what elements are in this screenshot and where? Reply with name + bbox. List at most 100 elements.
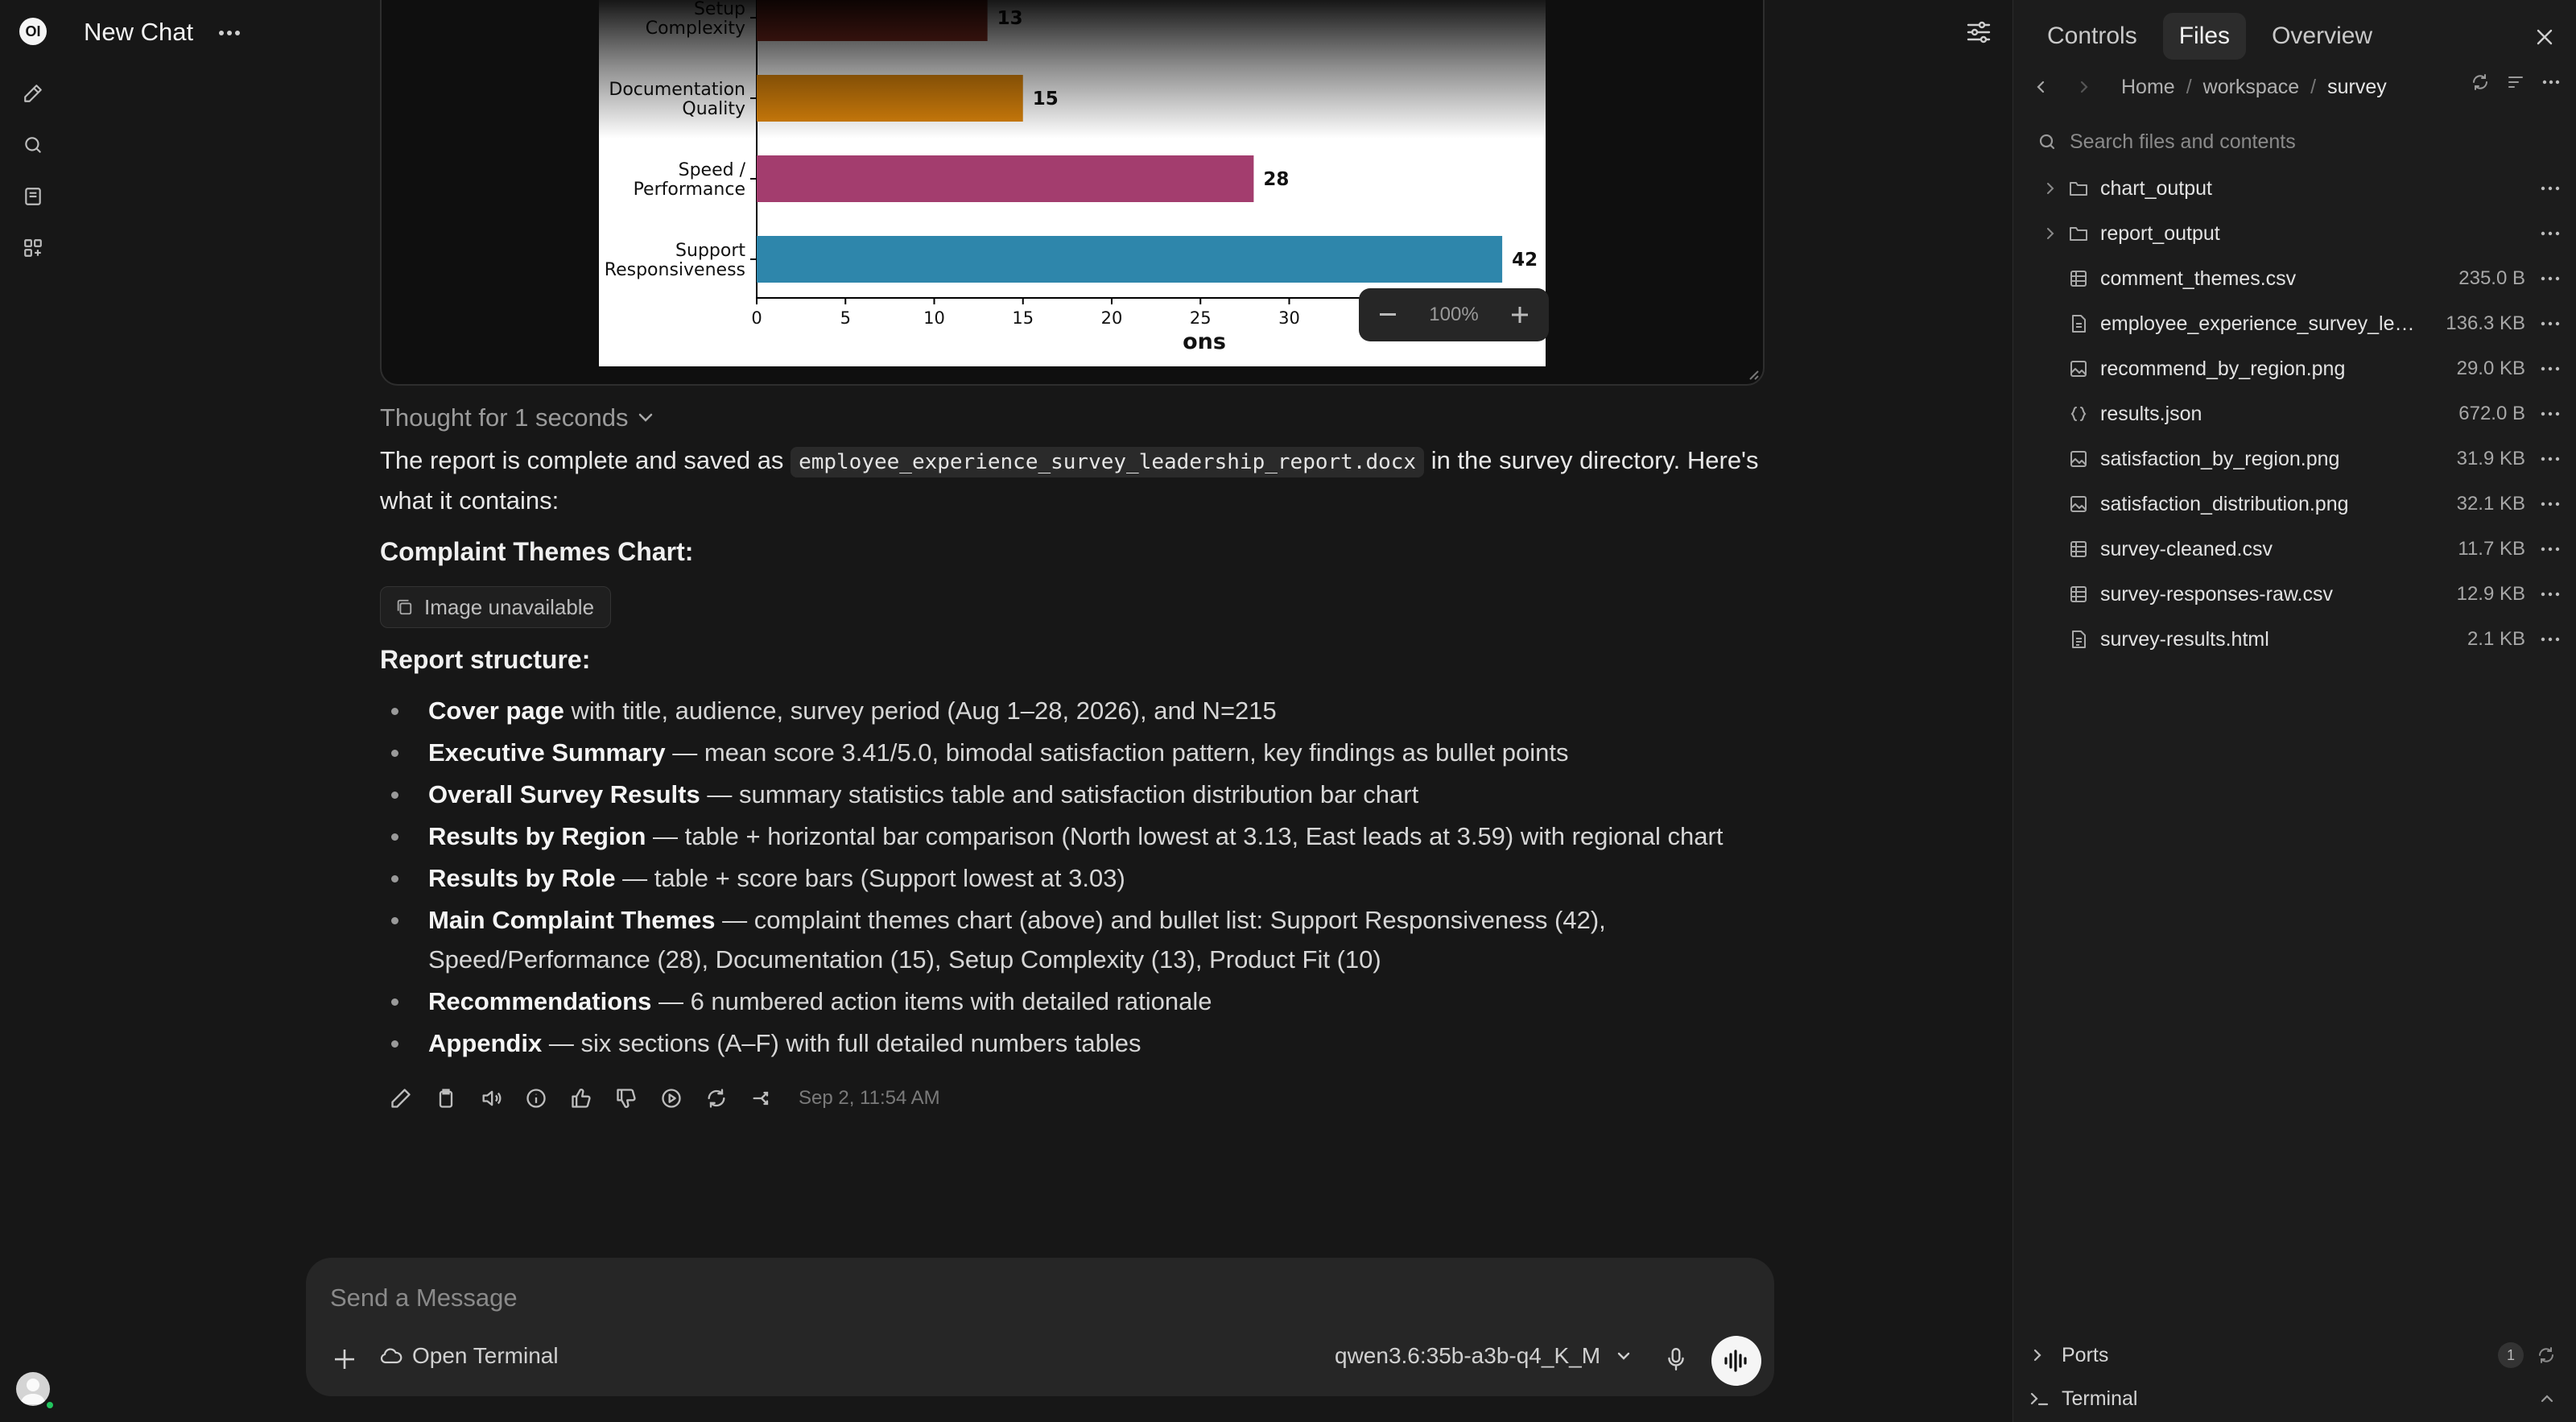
image-icon — [2068, 449, 2089, 469]
zoom-controls: 100% — [1359, 288, 1549, 341]
more-options-icon[interactable] — [2538, 321, 2562, 326]
file-list: chart_output report_output comment_themes.… — [2013, 166, 2576, 662]
image-unavailable-label: Image unavailable — [424, 594, 595, 619]
paragraph-text: The report is complete and saved as — [380, 446, 784, 474]
search-icon — [2039, 134, 2055, 150]
image-icon — [2068, 358, 2089, 379]
file-name: survey-responses-raw.csv — [2100, 582, 2333, 606]
voice-mode-button[interactable] — [1711, 1336, 1761, 1386]
zoom-out-button[interactable] — [1370, 297, 1406, 333]
more-options-icon[interactable] — [2538, 502, 2562, 506]
file-row[interactable]: survey-cleaned.csv 11.7 KB — [2013, 527, 2576, 572]
chevron-up-icon[interactable] — [2540, 1394, 2554, 1403]
app-logo[interactable]: OI — [19, 18, 47, 45]
chat-title[interactable]: New Chat — [84, 18, 193, 47]
image-unavailable-chip[interactable]: Image unavailable — [380, 586, 612, 628]
breadcrumb-home[interactable]: Home — [2121, 76, 2175, 99]
branch-icon[interactable] — [747, 1084, 776, 1113]
ports-section[interactable]: Ports 1 — [2028, 1338, 2567, 1372]
list-item: Appendix — six sections (A–F) with full … — [380, 1023, 1773, 1063]
read-aloud-icon[interactable] — [477, 1084, 506, 1113]
close-icon[interactable] — [2529, 21, 2561, 53]
more-options-icon[interactable] — [2538, 547, 2562, 552]
chevron-right-icon[interactable] — [2042, 182, 2058, 195]
back-arrow-icon[interactable] — [2036, 80, 2046, 94]
json-braces-icon — [2068, 403, 2089, 424]
more-options-icon[interactable] — [2538, 276, 2562, 281]
plus-icon[interactable] — [327, 1341, 362, 1377]
folder-row[interactable]: report_output — [2013, 211, 2576, 256]
thumbs-up-icon[interactable] — [567, 1084, 596, 1113]
file-row[interactable]: survey-results.html 2.1 KB — [2013, 617, 2576, 662]
list-item-title: Overall Survey Results — [428, 780, 700, 808]
info-icon[interactable] — [522, 1084, 551, 1113]
search-icon[interactable] — [18, 130, 48, 160]
breadcrumb-workspace[interactable]: workspace — [2203, 76, 2300, 99]
file-size: 31.9 KB — [2456, 448, 2525, 469]
open-terminal-button[interactable]: Open Terminal — [380, 1343, 559, 1369]
more-options-icon[interactable] — [2538, 186, 2562, 191]
more-options-icon[interactable] — [2538, 366, 2562, 371]
tab-overview[interactable]: Overview — [2256, 13, 2388, 60]
message-input[interactable] — [330, 1280, 1699, 1316]
thumbs-down-icon[interactable] — [612, 1084, 641, 1113]
breadcrumb-survey[interactable]: survey — [2327, 76, 2387, 99]
chart-heading: Complaint Themes Chart: — [380, 537, 694, 566]
refresh-icon[interactable] — [2537, 1346, 2556, 1365]
notes-icon[interactable] — [18, 181, 48, 212]
refresh-icon[interactable] — [2471, 72, 2490, 92]
chevron-right-icon[interactable] — [2042, 227, 2058, 240]
tab-controls[interactable]: Controls — [2031, 13, 2153, 60]
file-name: chart_output — [2100, 176, 2212, 200]
forward-arrow-icon[interactable] — [2079, 80, 2089, 94]
folder-row[interactable]: chart_output — [2013, 166, 2576, 211]
more-options-icon[interactable] — [2538, 592, 2562, 597]
tab-files[interactable]: Files — [2162, 13, 2247, 60]
sort-icon[interactable] — [2506, 72, 2525, 92]
microphone-icon[interactable] — [1658, 1341, 1694, 1377]
terminal-prompt-icon — [2030, 1392, 2049, 1406]
more-options-icon[interactable] — [2538, 637, 2562, 642]
new-chat-icon[interactable] — [18, 78, 48, 109]
file-row[interactable]: satisfaction_distribution.png 32.1 KB — [2013, 482, 2576, 527]
list-item: Results by Region — table + horizontal b… — [380, 816, 1773, 856]
more-options-icon[interactable] — [2541, 72, 2561, 92]
chat-menu-icon[interactable] — [213, 18, 246, 48]
continue-play-icon[interactable] — [657, 1084, 686, 1113]
model-selector[interactable]: qwen3.6:35b-a3b-q4_K_M — [1335, 1343, 1631, 1369]
file-row[interactable]: recommend_by_region.png 29.0 KB — [2013, 346, 2576, 391]
list-item-text: — mean score 3.41/5.0, bimodal satisfact… — [665, 738, 1569, 767]
more-options-icon[interactable] — [2538, 457, 2562, 461]
file-row[interactable]: results.json 672.0 B — [2013, 391, 2576, 436]
copy-icon[interactable] — [431, 1084, 460, 1113]
more-options-icon[interactable] — [2538, 231, 2562, 236]
left-rail: OI — [0, 0, 66, 1422]
chevron-down-icon — [1617, 1352, 1630, 1360]
file-name: survey-cleaned.csv — [2100, 537, 2273, 560]
data-label: 15 — [1033, 89, 1059, 110]
file-row[interactable]: employee_experience_survey_leadership_re… — [2013, 301, 2576, 346]
x-tick-label: 30 — [1278, 308, 1300, 328]
file-row[interactable]: satisfaction_by_region.png 31.9 KB — [2013, 436, 2576, 482]
thought-toggle[interactable]: Thought for 1 seconds — [380, 403, 654, 432]
more-options-icon[interactable] — [2538, 411, 2562, 416]
data-label: 13 — [997, 8, 1023, 29]
file-row[interactable]: survey-responses-raw.csv 12.9 KB — [2013, 572, 2576, 617]
message-actions: Sep 2, 11:54 AM — [386, 1084, 940, 1113]
resize-grip-icon[interactable] — [1745, 366, 1760, 381]
category-label: Speed / Performance — [634, 160, 746, 200]
spreadsheet-icon — [2068, 539, 2089, 560]
controls-sliders-icon[interactable] — [1961, 16, 1996, 48]
edit-icon[interactable] — [386, 1084, 415, 1113]
file-search-input[interactable] — [2070, 130, 2537, 154]
file-row[interactable]: comment_themes.csv 235.0 B — [2013, 256, 2576, 301]
user-avatar[interactable] — [16, 1372, 50, 1406]
online-status-dot — [45, 1400, 55, 1410]
workspace-icon[interactable] — [18, 233, 48, 263]
file-size: 235.0 B — [2458, 267, 2525, 289]
regenerate-icon[interactable] — [702, 1084, 731, 1113]
file-name: satisfaction_by_region.png — [2100, 447, 2340, 470]
category-label: Support Responsiveness — [605, 241, 746, 280]
zoom-in-button[interactable] — [1502, 297, 1538, 333]
terminal-section[interactable]: Terminal — [2028, 1382, 2567, 1416]
